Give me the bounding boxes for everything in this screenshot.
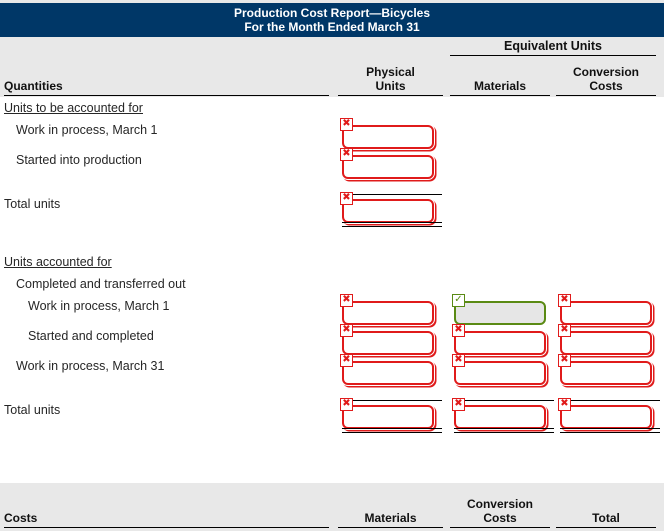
row-spacer: [0, 385, 664, 399]
answer-input-conversion[interactable]: [560, 405, 652, 429]
total-double-rule: [454, 428, 554, 433]
answer-input-conversion[interactable]: [560, 301, 652, 325]
cell-conversion: ✖: [556, 294, 661, 325]
answer-input-physical[interactable]: [342, 301, 434, 325]
total-double-rule: [342, 222, 442, 227]
cell-physical: ✖: [338, 398, 443, 433]
answer-input-physical[interactable]: [342, 199, 434, 223]
answer-input-physical[interactable]: [342, 125, 434, 149]
column-header-costs-conversion: Conversion Costs: [450, 497, 550, 528]
row-label: Work in process, March 31: [16, 359, 165, 373]
answer-input-physical[interactable]: [342, 405, 434, 429]
incorrect-cross-icon: ✖: [558, 398, 571, 411]
answer-input-conversion[interactable]: [560, 331, 652, 355]
incorrect-cross-icon: ✖: [340, 118, 353, 131]
section-heading: Units to be accounted for: [4, 101, 143, 115]
incorrect-cross-icon: ✖: [558, 294, 571, 307]
subtotal-rule: [342, 194, 442, 195]
total-double-rule: [560, 428, 660, 433]
cell-physical: ✖: [338, 148, 443, 179]
column-header-conversion-costs-line1: Conversion: [572, 65, 639, 79]
row-label: Started and completed: [28, 329, 154, 343]
section-heading-row: Units accounted for: [0, 251, 664, 273]
cell-materials: ✖: [450, 398, 555, 433]
report-title: Production Cost Report—Bicycles For the …: [0, 3, 664, 38]
incorrect-cross-icon: ✖: [340, 324, 353, 337]
incorrect-cross-icon: ✖: [340, 354, 353, 367]
column-header-physical-units-line2: Units: [375, 79, 406, 93]
answer-input-materials[interactable]: [454, 331, 546, 355]
report-row: Started and completed ✖ ✖ ✖: [0, 324, 664, 355]
report-row: Started into production ✖: [0, 148, 664, 179]
column-header-costs: Costs: [4, 511, 329, 528]
answer-input-physical[interactable]: [342, 155, 434, 179]
cell-materials: ✓: [450, 294, 555, 325]
incorrect-cross-icon: ✖: [340, 192, 353, 205]
incorrect-cross-icon: ✖: [558, 324, 571, 337]
column-header-costs-conversion-line2: Costs: [483, 511, 517, 525]
column-header-conversion-costs: Conversion Costs: [556, 65, 656, 96]
row-label: Work in process, March 1: [28, 299, 170, 313]
total-double-rule: [342, 428, 442, 433]
report-title-line1: Production Cost Report—Bicycles: [233, 6, 431, 20]
section-heading-row: Units to be accounted for: [0, 97, 664, 119]
row-label: Total units: [4, 403, 61, 417]
report-row: Work in process, March 1 ✖ ✓ ✖: [0, 294, 664, 325]
cell-conversion: ✖: [556, 354, 661, 385]
column-header-materials: Materials: [450, 79, 550, 96]
incorrect-cross-icon: ✖: [558, 354, 571, 367]
quantities-column-header: Equivalent Units Quantities Physical Uni…: [0, 37, 664, 97]
incorrect-cross-icon: ✖: [340, 294, 353, 307]
report-title-line2: For the Month Ended March 31: [244, 20, 420, 34]
subtotal-rule: [454, 400, 554, 401]
row-label: Work in process, March 1: [16, 123, 158, 137]
column-header-conversion-costs-line2: Costs: [589, 79, 623, 93]
cell-physical: ✖: [338, 294, 443, 325]
cell-physical: ✖: [338, 192, 443, 227]
subtotal-rule: [560, 400, 660, 401]
row-label: Total units: [4, 197, 61, 211]
incorrect-cross-icon: ✖: [452, 398, 465, 411]
answer-input-physical[interactable]: [342, 331, 434, 355]
incorrect-cross-icon: ✖: [452, 354, 465, 367]
cell-physical: ✖: [338, 354, 443, 385]
cell-conversion: ✖: [556, 398, 661, 433]
column-header-costs-total: Total: [556, 511, 656, 528]
report-row: Total units ✖ ✖ ✖: [0, 398, 664, 433]
column-header-physical-units: Physical Units: [338, 65, 443, 96]
incorrect-cross-icon: ✖: [452, 324, 465, 337]
column-header-quantities: Quantities: [4, 79, 329, 96]
incorrect-cross-icon: ✖: [340, 398, 353, 411]
incorrect-cross-icon: ✖: [340, 148, 353, 161]
section-subheading-row: Completed and transferred out: [0, 273, 664, 295]
row-label: Started into production: [16, 153, 142, 167]
answer-input-conversion[interactable]: [560, 361, 652, 385]
column-header-physical-units-line1: Physical: [366, 65, 415, 79]
answer-input-materials[interactable]: [454, 405, 546, 429]
report-row: Total units ✖: [0, 192, 664, 227]
report-body: Units to be accounted for Work in process…: [0, 97, 664, 433]
costs-column-header: Costs Materials Conversion Costs Total: [0, 483, 664, 531]
cell-conversion: ✖: [556, 324, 661, 355]
cell-materials: ✖: [450, 324, 555, 355]
section-subheading: Completed and transferred out: [16, 277, 186, 291]
report-row: Work in process, March 31 ✖ ✖ ✖: [0, 354, 664, 385]
answer-input-materials[interactable]: [454, 361, 546, 385]
equivalent-units-group-label: Equivalent Units: [450, 39, 656, 56]
subtotal-rule: [342, 400, 442, 401]
section-heading: Units accounted for: [4, 255, 112, 269]
row-spacer: [0, 179, 664, 193]
column-header-costs-conversion-line1: Conversion: [466, 497, 533, 511]
production-cost-report: Production Cost Report—Bicycles For the …: [0, 0, 664, 531]
cell-physical: ✖: [338, 324, 443, 355]
cell-physical: ✖: [338, 118, 443, 149]
correct-check-icon: ✓: [452, 294, 465, 307]
column-header-costs-materials: Materials: [338, 511, 443, 528]
answer-input-physical[interactable]: [342, 361, 434, 385]
cell-materials: ✖: [450, 354, 555, 385]
answer-input-materials[interactable]: [454, 301, 546, 325]
report-row: Work in process, March 1 ✖: [0, 118, 664, 149]
